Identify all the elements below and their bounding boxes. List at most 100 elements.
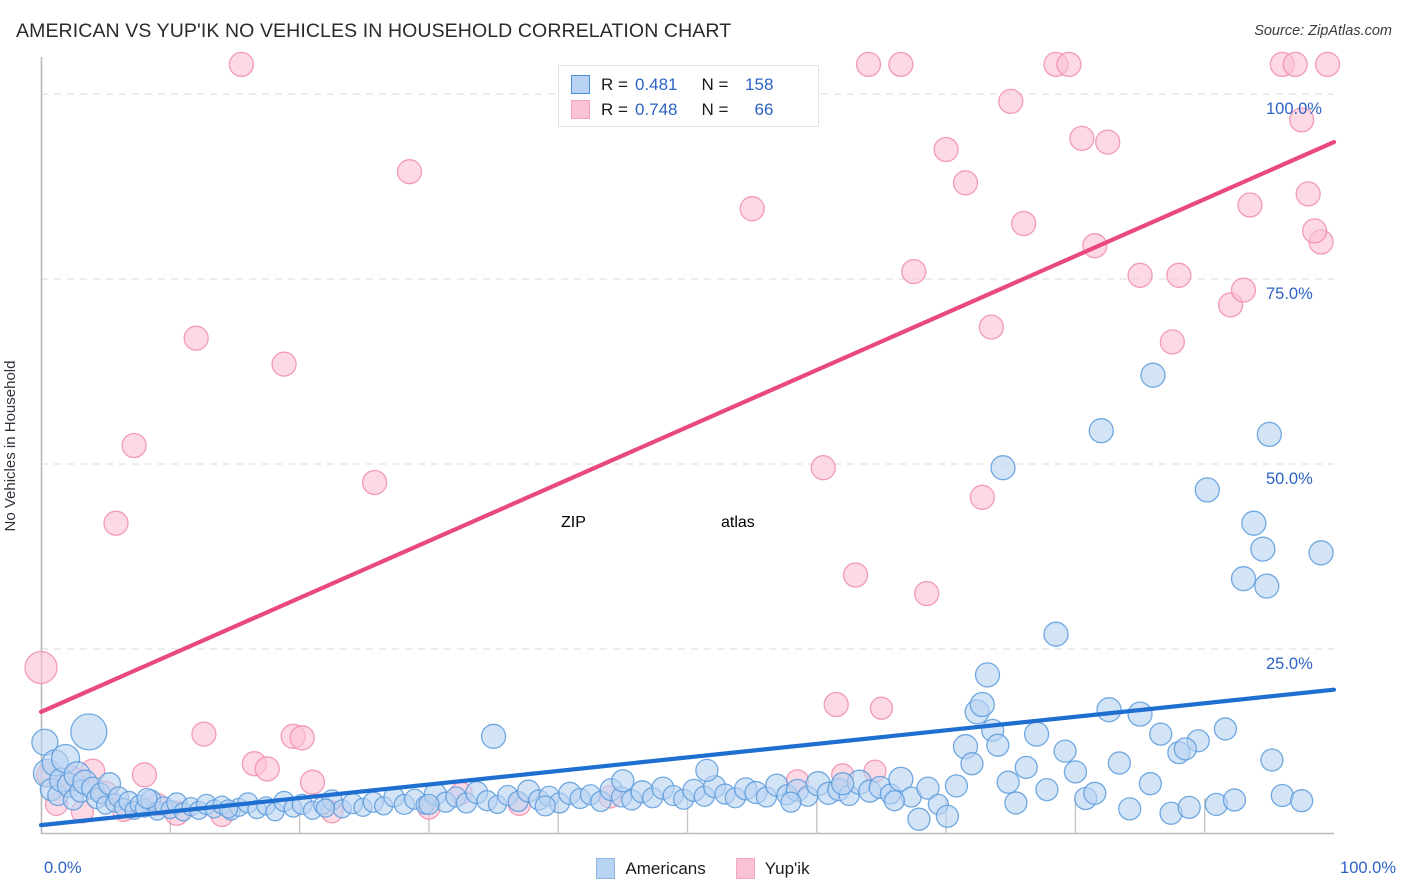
data-point: [855, 51, 882, 78]
y-tick-label-50: 50.0%: [1266, 470, 1313, 488]
data-point: [1053, 739, 1077, 763]
n-label-yupik: N =: [701, 99, 729, 119]
data-point: [480, 723, 507, 749]
series-label-americans: Americans: [625, 858, 706, 878]
data-point: [883, 790, 906, 812]
data-point: [933, 136, 959, 163]
r-value-yupik: 0.748: [634, 99, 678, 119]
data-point: [1096, 697, 1122, 723]
data-point: [842, 562, 869, 588]
data-point: [183, 325, 209, 351]
data-point: [1194, 477, 1220, 503]
data-point: [998, 88, 1024, 115]
data-point: [1023, 721, 1050, 747]
data-point: [24, 650, 58, 685]
data-point: [1118, 797, 1142, 821]
americans-points: [31, 362, 1334, 831]
data-point: [418, 793, 440, 816]
data-point: [1282, 51, 1308, 78]
data-point: [611, 769, 635, 793]
data-point: [780, 791, 802, 813]
r-label-yupik: R =: [601, 99, 628, 119]
source-label: Source: ZipAtlas.com: [1254, 23, 1392, 39]
plot-area: ZIP atlas: [24, 51, 1341, 835]
watermark-zip: ZIP: [561, 514, 586, 531]
r-value-americans: 0.481: [634, 74, 678, 94]
y-tick-label-25: 25.0%: [1266, 655, 1313, 673]
chart-root: AMERICAN VS YUP'IK NO VEHICLES IN HOUSEH…: [0, 0, 1406, 892]
data-point: [952, 170, 979, 196]
scatter-plot-svg: ZIP atlas: [24, 51, 1341, 835]
correlation-row-americans: R = 0.481 N = 158: [571, 72, 808, 97]
n-value-americans: 158: [745, 74, 774, 94]
watermark-atlas: atlas: [721, 514, 755, 531]
data-point: [1241, 510, 1267, 536]
data-point: [810, 455, 836, 481]
data-point: [1222, 788, 1247, 812]
y-tick-label-75: 75.0%: [1266, 285, 1313, 303]
data-point: [935, 804, 960, 828]
data-point: [534, 795, 556, 817]
series-swatch-americans-icon: [596, 858, 616, 879]
data-point: [1107, 751, 1132, 775]
page-title: AMERICAN VS YUP'IK NO VEHICLES IN HOUSEH…: [16, 20, 732, 42]
y-axis-title: No Vehicles in Household: [0, 0, 22, 892]
data-point: [869, 696, 894, 720]
series-legend-item-americans[interactable]: Americans: [596, 858, 706, 879]
data-point: [739, 196, 765, 222]
data-point: [1014, 755, 1038, 780]
y-tick-label-100: 100.0%: [1266, 100, 1322, 118]
y-axis-title-text: No Vehicles in Household: [1, 360, 19, 532]
data-point: [1063, 760, 1088, 784]
series-swatch-yupik-icon: [735, 858, 755, 879]
data-point: [823, 691, 849, 718]
data-point: [960, 752, 984, 776]
data-point: [1270, 783, 1294, 808]
n-value-yupik: 66: [754, 99, 774, 119]
data-point: [1127, 262, 1153, 288]
legend-swatch-yupik-icon: [571, 100, 590, 119]
data-point: [1177, 795, 1201, 820]
data-point: [254, 756, 280, 782]
data-point: [396, 159, 423, 185]
data-point: [70, 713, 108, 751]
series-label-yupik: Yup'ik: [764, 858, 810, 878]
data-point: [299, 769, 326, 795]
correlation-legend: R = 0.481 N = 158 R = 0.748 N = 66: [558, 65, 819, 127]
data-point: [361, 469, 388, 496]
trendline: [38, 139, 1337, 715]
data-point: [831, 772, 855, 796]
data-point: [1230, 566, 1257, 592]
data-point: [1166, 262, 1192, 288]
data-point: [990, 455, 1016, 481]
data-point: [191, 721, 217, 747]
data-point: [888, 51, 914, 78]
data-point: [315, 798, 336, 818]
gridlines: [41, 93, 1334, 650]
data-point: [1056, 51, 1082, 78]
data-point: [1213, 717, 1238, 741]
correlation-row-yupik: R = 0.748 N = 66: [571, 97, 808, 122]
data-point: [986, 733, 1010, 757]
data-point: [1237, 192, 1263, 218]
data-point: [974, 662, 1001, 688]
data-point: [1140, 362, 1166, 388]
data-point: [1256, 421, 1282, 448]
data-point: [1301, 218, 1328, 244]
data-point: [1173, 737, 1197, 761]
data-point: [1290, 789, 1314, 813]
data-point: [218, 799, 239, 819]
data-point: [1149, 722, 1173, 746]
data-point: [907, 807, 931, 831]
data-point: [1004, 791, 1028, 815]
data-point: [1095, 129, 1121, 155]
data-point: [914, 580, 940, 607]
yupik-trendline: [38, 139, 1337, 715]
series-legend-item-yupik[interactable]: Yup'ik: [735, 858, 810, 879]
watermark: ZIP atlas: [561, 514, 755, 531]
data-point: [1254, 573, 1280, 599]
data-point: [271, 351, 297, 377]
data-point: [1035, 777, 1059, 802]
legend-swatch-americans-icon: [571, 75, 590, 94]
data-point: [1308, 540, 1334, 566]
